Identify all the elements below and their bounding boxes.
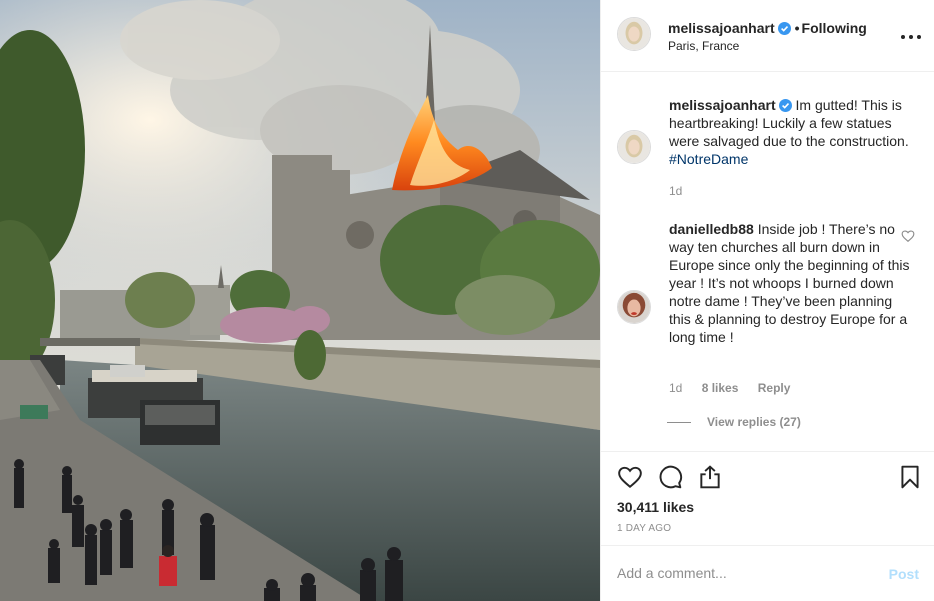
comment-username[interactable]: melissajoanhart — [669, 97, 776, 113]
post-timestamp[interactable]: 1 day ago — [617, 523, 671, 534]
post-actions: 30,411 likes 1 day ago — [601, 451, 934, 545]
comment-icon[interactable] — [657, 464, 683, 490]
post-header: melissajoanhart • Following Paris, France — [601, 0, 934, 72]
comment-time[interactable]: 1d — [669, 381, 682, 395]
notre-dame-fire-image — [0, 0, 600, 601]
comment-body: danielledb88 Inside job ! There’s no way… — [669, 220, 913, 346]
author-username[interactable]: melissajoanhart — [668, 20, 775, 36]
view-replies-button[interactable]: View replies (27) — [667, 415, 801, 429]
following-button[interactable]: Following — [802, 20, 867, 36]
post-side-panel: melissajoanhart • Following Paris, France — [600, 0, 934, 601]
comment-meta: 1d — [669, 184, 698, 198]
more-options-icon[interactable] — [901, 26, 921, 46]
instagram-post: melissajoanhart • Following Paris, France — [0, 0, 934, 601]
post-comment-button[interactable]: Post — [889, 566, 919, 582]
avatar-photo — [618, 291, 650, 323]
comment-likes[interactable]: 8 likes — [702, 381, 739, 395]
like-comment-icon[interactable] — [901, 229, 915, 243]
likes-count[interactable]: 30,411 likes — [617, 499, 694, 515]
verified-badge-icon — [778, 99, 792, 112]
like-heart-icon[interactable] — [617, 464, 643, 490]
view-replies-label: View replies (27) — [707, 415, 801, 429]
avatar[interactable] — [617, 130, 651, 164]
avatar-photo — [618, 131, 650, 163]
avatar[interactable] — [617, 290, 651, 324]
comment-body: melissajoanhart Im gutted! This is heart… — [669, 96, 913, 168]
post-photo[interactable] — [0, 0, 600, 601]
reply-button[interactable]: Reply — [758, 381, 791, 395]
post-location[interactable]: Paris, France — [668, 39, 739, 53]
comment-time[interactable]: 1d — [669, 184, 682, 198]
bookmark-icon[interactable] — [897, 464, 923, 490]
comment-meta: 1d 8 likes Reply — [669, 381, 806, 395]
comment-text: Inside job ! There’s no way ten churches… — [669, 221, 910, 345]
separator-dot: • — [794, 20, 800, 36]
verified-badge-icon — [777, 22, 791, 35]
replies-divider — [667, 422, 691, 424]
comments-list[interactable]: melissajoanhart Im gutted! This is heart… — [601, 73, 934, 451]
add-comment-bar: Post — [601, 545, 934, 601]
avatar[interactable] — [617, 17, 651, 51]
add-comment-input[interactable] — [617, 565, 877, 581]
avatar-photo — [618, 18, 650, 50]
post-author: melissajoanhart • Following — [668, 20, 867, 36]
hashtag-link[interactable]: #NotreDame — [669, 151, 748, 167]
share-icon[interactable] — [697, 464, 723, 490]
comment-username[interactable]: danielledb88 — [669, 221, 754, 237]
